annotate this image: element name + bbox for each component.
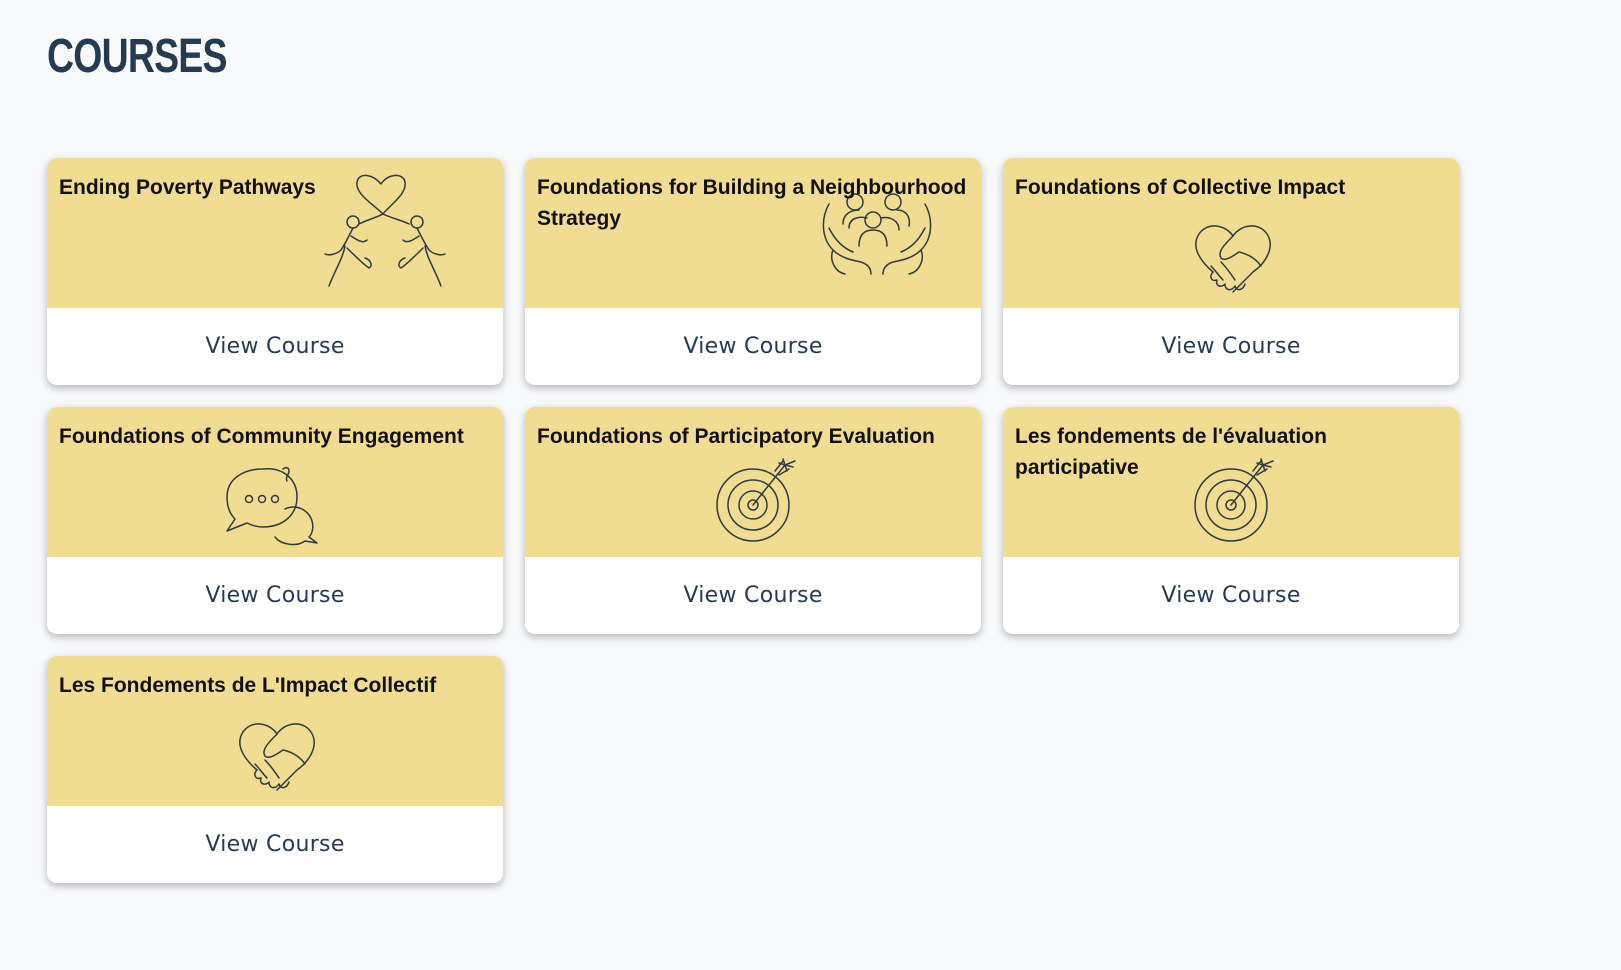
view-course-label: View Course — [1161, 583, 1301, 608]
view-course-button[interactable]: View Course — [47, 806, 503, 883]
course-card-evaluation-participative[interactable]: Les fondements de l'évaluation participa… — [1003, 407, 1459, 634]
course-grid: Ending Poverty Pathways View Course Foun… — [47, 158, 1459, 883]
view-course-button[interactable]: View Course — [1003, 557, 1459, 634]
view-course-label: View Course — [1161, 334, 1301, 359]
course-card-ending-poverty-pathways[interactable]: Ending Poverty Pathways View Course — [47, 158, 503, 385]
course-card-collective-impact[interactable]: Foundations of Collective Impact View Co… — [1003, 158, 1459, 385]
course-card-header: Foundations for Building a Neighbourhood… — [525, 158, 981, 308]
course-title: Foundations of Participatory Evaluation — [537, 425, 935, 448]
course-card-header: Ending Poverty Pathways — [47, 158, 503, 308]
course-title: Foundations for Building a Neighbourhood… — [537, 176, 967, 230]
course-title: Les Fondements de L'Impact Collectif — [59, 674, 437, 697]
view-course-button[interactable]: View Course — [525, 557, 981, 634]
view-course-label: View Course — [683, 583, 823, 608]
view-course-button[interactable]: View Course — [525, 308, 981, 385]
course-card-header: Foundations of Community Engagement — [47, 407, 503, 557]
view-course-button[interactable]: View Course — [47, 557, 503, 634]
view-course-label: View Course — [205, 334, 345, 359]
course-card-header: Les fondements de l'évaluation participa… — [1003, 407, 1459, 557]
view-course-button[interactable]: View Course — [47, 308, 503, 385]
handshake-heart-icon — [235, 720, 319, 792]
chat-bubbles-icon — [225, 465, 329, 547]
target-arrow-icon — [713, 457, 803, 547]
view-course-label: View Course — [205, 832, 345, 857]
course-title: Foundations of Community Engagement — [59, 425, 464, 448]
course-card-impact-collectif[interactable]: Les Fondements de L'Impact Collectif Vie… — [47, 656, 503, 883]
course-card-header: Les Fondements de L'Impact Collectif — [47, 656, 503, 806]
course-card-neighbourhood-strategy[interactable]: Foundations for Building a Neighbourhood… — [525, 158, 981, 385]
view-course-label: View Course — [205, 583, 345, 608]
course-title: Les fondements de l'évaluation participa… — [1015, 425, 1327, 479]
page-title: COURSES — [47, 30, 227, 83]
course-title: Ending Poverty Pathways — [59, 176, 316, 199]
handshake-heart-icon — [1191, 222, 1275, 294]
course-card-header: Foundations of Collective Impact — [1003, 158, 1459, 308]
course-title: Foundations of Collective Impact — [1015, 176, 1346, 199]
view-course-button[interactable]: View Course — [1003, 308, 1459, 385]
course-card-community-engagement[interactable]: Foundations of Community Engagement View… — [47, 407, 503, 634]
view-course-label: View Course — [683, 334, 823, 359]
course-card-header: Foundations of Participatory Evaluation — [525, 407, 981, 557]
course-card-participatory-evaluation[interactable]: Foundations of Participatory Evaluation … — [525, 407, 981, 634]
